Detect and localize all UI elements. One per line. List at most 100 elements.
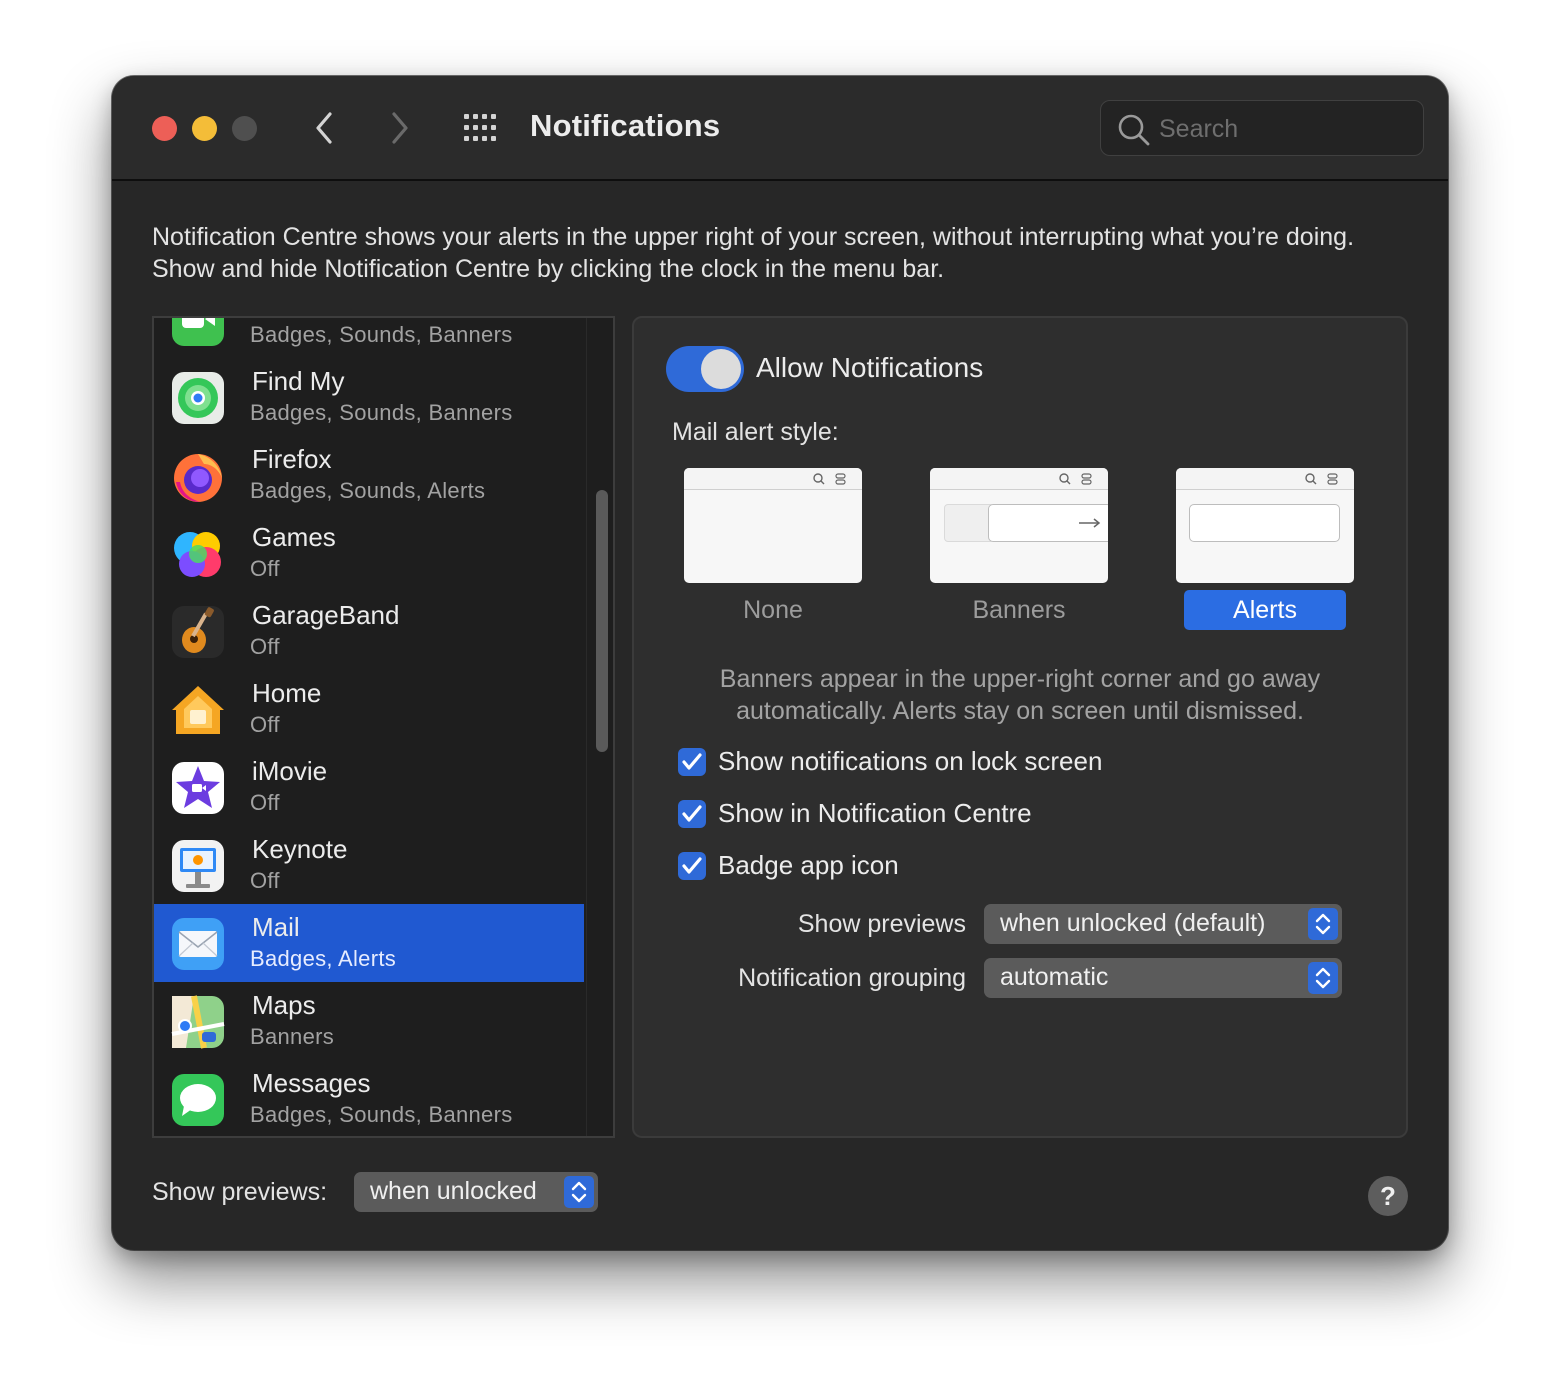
allow-notifications-toggle[interactable] — [666, 346, 744, 392]
lock-screen-checkbox[interactable] — [678, 748, 706, 776]
show-previews-label: Show previews — [797, 910, 966, 938]
app-name: Home — [252, 678, 322, 708]
app-list[interactable]: Badges, Sounds, Banners Find My Badges, … — [152, 316, 615, 1138]
close-button[interactable] — [152, 116, 177, 141]
app-status: Badges, Alerts — [250, 946, 397, 971]
notification-grouping-label: Notification grouping — [738, 964, 966, 992]
imovie-icon — [172, 762, 224, 814]
badge-app-icon-checkbox[interactable] — [678, 852, 706, 880]
app-list-scrollbar[interactable] — [586, 318, 613, 1136]
app-name: Keynote — [252, 834, 348, 864]
list-item-firefox[interactable]: Firefox Badges, Sounds, Alerts — [154, 436, 584, 514]
notification-centre-label: Show in Notification Centre — [718, 798, 1032, 828]
global-show-previews-popup[interactable]: when unlocked — [354, 1172, 598, 1212]
description-text: Notification Centre shows your alerts in… — [152, 223, 1355, 283]
zoom-button[interactable] — [232, 116, 257, 141]
facetime-icon — [172, 318, 224, 346]
list-item-keynote[interactable]: Keynote Off — [154, 826, 584, 904]
list-item-messages[interactable]: Messages Badges, Sounds, Banners — [154, 1060, 584, 1136]
keynote-icon — [172, 840, 224, 892]
games-icon — [174, 532, 221, 577]
chevron-updown-icon — [571, 1181, 587, 1203]
app-status: Badges, Sounds, Banners — [250, 400, 513, 425]
style-caption-none: None — [743, 596, 803, 624]
global-show-previews-label: Show previews: — [152, 1178, 328, 1206]
checkmark-icon — [682, 753, 702, 770]
checkmark-icon — [682, 805, 702, 822]
grid-icon — [464, 114, 496, 141]
popup-stepper — [564, 1176, 594, 1208]
alert-style-label: Mail alert style: — [672, 418, 839, 446]
toggle-knob — [701, 349, 741, 389]
style-preview-alerts[interactable] — [1176, 468, 1354, 583]
preview-toolbar-icons — [813, 473, 846, 485]
preview-toolbar-icons — [1305, 473, 1338, 485]
system-preferences-window: Notifications Notification Centre shows … — [112, 76, 1448, 1250]
app-status: Badges, Sounds, Banners — [250, 322, 513, 347]
notification-grouping-value: automatic — [1000, 963, 1109, 991]
style-caption-banners: Banners — [972, 596, 1066, 624]
list-item-imovie[interactable]: iMovie Off — [154, 748, 584, 826]
show-previews-value: when unlocked (default) — [1000, 909, 1266, 937]
list-item-home[interactable]: Home Off — [154, 670, 584, 748]
app-name: Firefox — [252, 444, 332, 474]
list-item-mail[interactable]: Mail Badges, Alerts — [154, 904, 584, 982]
app-status: Off — [250, 634, 280, 659]
app-name: Maps — [252, 990, 316, 1020]
messages-icon — [172, 1074, 224, 1126]
list-item-maps[interactable]: Maps Banners — [154, 982, 584, 1060]
show-previews-popup[interactable]: when unlocked (default) — [984, 904, 1342, 944]
allow-notifications-label: Allow Notifications — [756, 352, 984, 383]
app-name: Find My — [252, 366, 345, 396]
chevron-updown-icon — [1315, 913, 1331, 935]
minimize-button[interactable] — [192, 116, 217, 141]
app-status: Badges, Sounds, Banners — [250, 1102, 513, 1127]
app-status: Off — [250, 868, 280, 893]
window-title: Notifications — [530, 108, 721, 143]
notification-centre-checkbox[interactable] — [678, 800, 706, 828]
chevron-left-icon — [316, 112, 332, 144]
badge-app-icon-label: Badge app icon — [718, 850, 899, 880]
find-my-icon — [172, 372, 224, 424]
app-name: Messages — [252, 1068, 371, 1098]
forward-button[interactable] — [382, 108, 418, 148]
alert-style-help-text: Banners appear in the upper-right corner… — [719, 665, 1321, 725]
app-name: Mail — [252, 912, 300, 942]
app-status: Banners — [250, 1024, 335, 1049]
lock-screen-label: Show notifications on lock screen — [718, 746, 1103, 776]
chevron-updown-icon — [1315, 967, 1331, 989]
checkmark-icon — [682, 857, 702, 874]
app-status: Off — [250, 712, 280, 737]
chevron-right-icon — [392, 112, 408, 144]
help-button[interactable]: ? — [1368, 1176, 1408, 1216]
list-item-garageband[interactable]: GarageBand Off — [154, 592, 584, 670]
preview-toolbar-icons — [1059, 473, 1092, 485]
app-status: Badges, Sounds, Alerts — [250, 478, 486, 503]
show-all-button[interactable] — [462, 112, 502, 144]
arrow-right-icon — [1079, 518, 1101, 528]
back-button[interactable] — [308, 108, 344, 148]
popup-stepper — [1308, 908, 1338, 940]
search-field[interactable] — [1100, 100, 1424, 156]
app-name: GarageBand — [252, 600, 400, 630]
list-item-facetime[interactable]: Badges, Sounds, Banners — [154, 318, 584, 358]
notification-grouping-popup[interactable]: automatic — [984, 958, 1342, 998]
app-name: iMovie — [252, 756, 328, 786]
app-name: Games — [252, 522, 336, 552]
search-icon — [1118, 114, 1150, 146]
home-icon — [172, 686, 224, 734]
scrollbar-thumb[interactable] — [596, 490, 608, 752]
mail-icon — [172, 918, 224, 970]
garageband-icon — [172, 606, 224, 658]
style-preview-none[interactable] — [684, 468, 862, 583]
app-status: Off — [250, 790, 280, 815]
maps-icon — [171, 995, 225, 1049]
firefox-icon — [174, 454, 222, 502]
notification-settings-panel: Allow Notifications Mail alert style: No… — [632, 316, 1408, 1138]
global-show-previews-value: when unlocked — [370, 1177, 537, 1205]
list-item-find-my[interactable]: Find My Badges, Sounds, Banners — [154, 358, 584, 436]
style-preview-banners[interactable] — [930, 468, 1108, 583]
popup-stepper — [1308, 962, 1338, 994]
list-item-games[interactable]: Games Off — [154, 514, 584, 592]
search-input[interactable] — [1159, 109, 1409, 149]
